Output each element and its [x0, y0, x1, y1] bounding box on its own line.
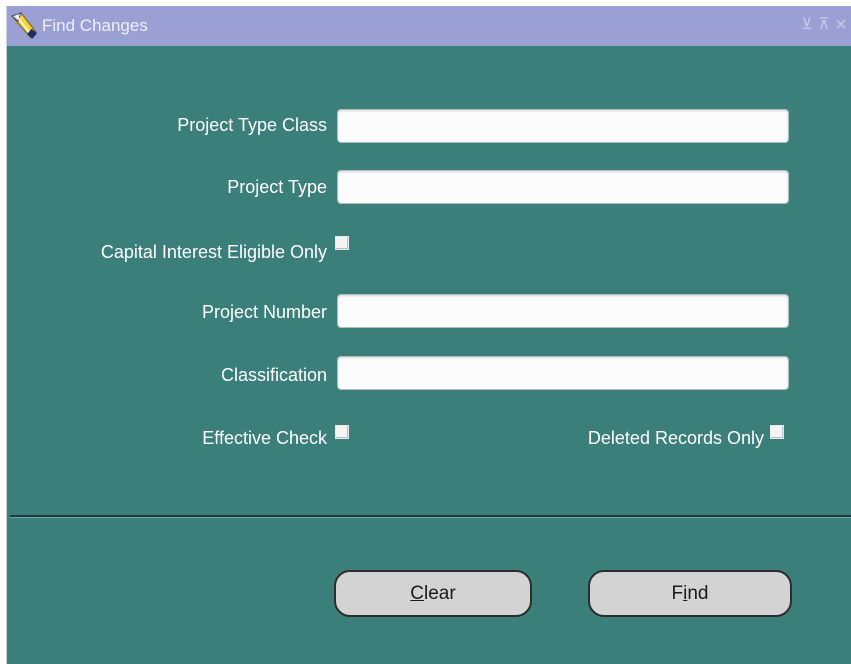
close-icon[interactable]: ×	[833, 15, 849, 35]
find-label-start: F	[671, 582, 684, 604]
capital-interest-checkbox[interactable]	[335, 236, 349, 250]
capital-interest-label: Capital Interest Eligible Only	[100, 242, 327, 262]
project-type-field[interactable]	[337, 170, 789, 204]
project-number-field[interactable]	[337, 294, 789, 328]
deleted-records-checkbox[interactable]	[770, 425, 784, 439]
restore-icon[interactable]: ⊼	[816, 16, 832, 34]
project-type-class-label: Project Type Class	[177, 115, 327, 135]
flashlight-icon	[9, 10, 43, 42]
find-changes-window: Find Changes ⊻ ⊼ × Project Type Class Pr…	[6, 6, 851, 664]
classification-field[interactable]	[337, 356, 789, 390]
find-button[interactable]: Fi nd	[588, 570, 792, 617]
clear-mnemonic: C	[410, 582, 425, 604]
separator	[10, 515, 851, 518]
find-label-end: nd	[687, 582, 709, 604]
effective-check-checkbox[interactable]	[335, 425, 349, 439]
deleted-records-label: Deleted Records Only	[587, 428, 764, 448]
clear-button[interactable]: Clear	[334, 570, 532, 617]
project-number-label: Project Number	[201, 302, 327, 322]
project-type-label: Project Type	[227, 177, 327, 197]
clear-label: lear	[424, 582, 456, 604]
minimize-icon[interactable]: ⊻	[799, 16, 815, 34]
classification-label: Classification	[220, 365, 327, 385]
window-title: Find Changes	[42, 16, 148, 35]
effective-check-label: Effective Check	[202, 428, 327, 448]
title-bar[interactable]: Find Changes ⊻ ⊼ ×	[7, 6, 851, 46]
project-type-class-field[interactable]	[337, 109, 789, 143]
